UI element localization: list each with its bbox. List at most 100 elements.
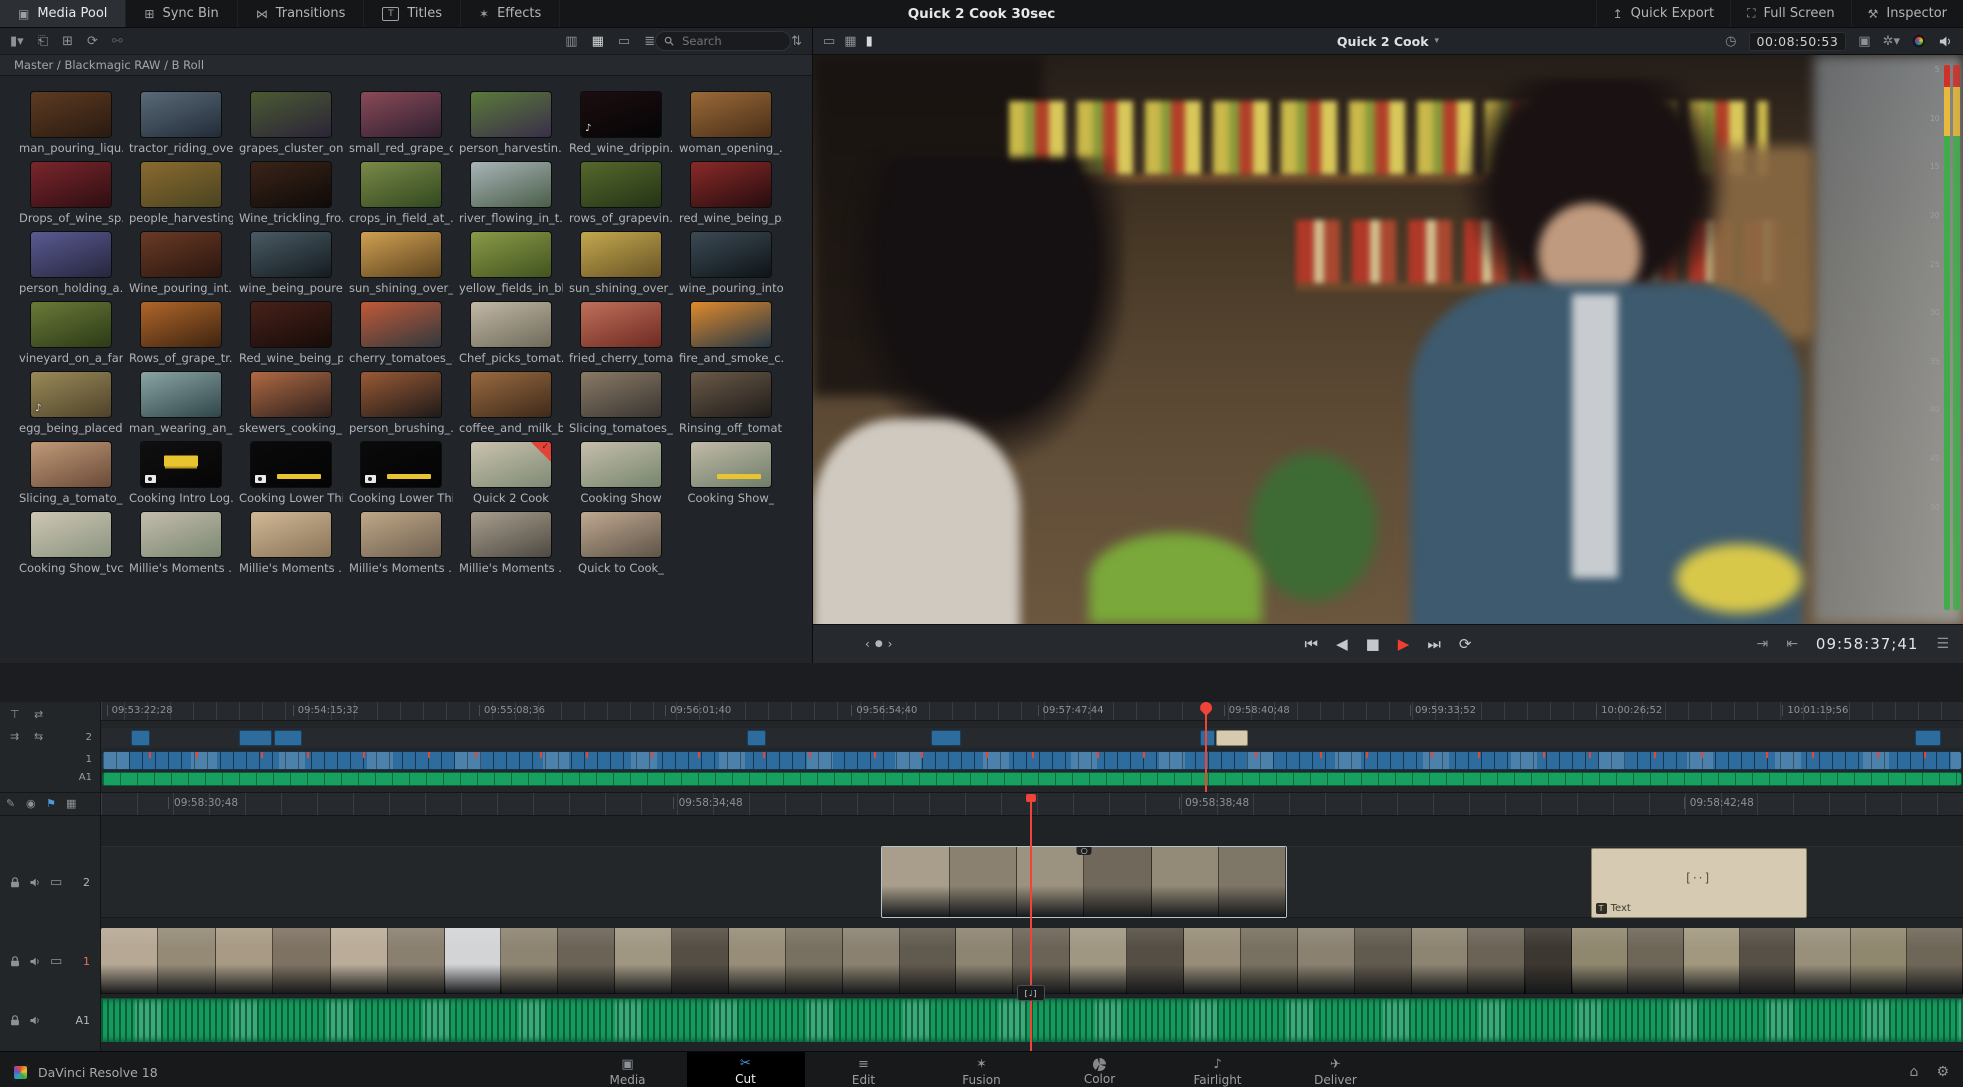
media-clip[interactable]: Chef_picks_tomat...: [456, 302, 566, 372]
media-clip[interactable]: Millie's Moments ...: [236, 512, 346, 582]
page-tab-deliver[interactable]: ✈ Deliver: [1277, 1052, 1395, 1087]
media-clip[interactable]: Millie's Moments ...: [456, 512, 566, 582]
overview-clip[interactable]: [931, 730, 962, 746]
media-clip[interactable]: Cooking Show_tvc: [16, 512, 126, 582]
media-clip[interactable]: woman_opening_...: [676, 92, 786, 162]
media-clip[interactable]: fried_cherry_toma...: [566, 302, 676, 372]
overview-clip[interactable]: [274, 730, 303, 746]
project-home-icon[interactable]: ⌂: [1910, 1064, 1919, 1080]
media-clip[interactable]: vineyard_on_a_far...: [16, 302, 126, 372]
media-clip[interactable]: Rinsing_off_tomat...: [676, 372, 786, 442]
media-clip[interactable]: Drops_of_wine_sp...: [16, 162, 126, 232]
breadcrumb[interactable]: Master / Blackmagic RAW / B Roll: [0, 54, 812, 76]
media-clip[interactable]: Cooking Show: [566, 442, 676, 512]
top-tab-media-pool[interactable]: ▣ Media Pool: [0, 0, 127, 27]
media-clip[interactable]: yellow_fields_in_bl...: [456, 232, 566, 302]
overview-clip[interactable]: [130, 730, 150, 746]
mute-speaker-icon[interactable]: [29, 956, 41, 967]
insert-tool-icon[interactable]: ⇉: [10, 730, 19, 743]
media-clip[interactable]: person_holding_a...: [16, 232, 126, 302]
lock-icon[interactable]: [10, 955, 20, 967]
play-button[interactable]: ▶: [1398, 635, 1410, 653]
page-tab-color[interactable]: Color: [1041, 1052, 1159, 1087]
video-1-clip-segment[interactable]: [445, 928, 502, 994]
keyframe-icon[interactable]: ◉: [26, 797, 36, 810]
media-clip[interactable]: Slicing_tomatoes_...: [566, 372, 676, 442]
overview-audio-track[interactable]: [103, 773, 1961, 785]
overview-clip[interactable]: [747, 730, 766, 746]
overview-track-area[interactable]: 09:53:22;28 09:54:15;32 09:55:08;36 09:56:0…: [101, 702, 1963, 792]
media-clip[interactable]: Cooking Intro Log...: [126, 442, 236, 512]
next-edit-icon[interactable]: ⇥: [1756, 637, 1768, 651]
track-header-a1[interactable]: A1: [0, 998, 100, 1042]
sort-icon[interactable]: ⇅: [791, 35, 802, 48]
sync-icon[interactable]: ⟳: [87, 35, 98, 48]
viewer-video-frame[interactable]: 5 10 15 20 25 30 35 40 45 50: [813, 55, 1963, 624]
media-clip[interactable]: tractor_riding_ove...: [126, 92, 236, 162]
timeline-mode-icon[interactable]: ▮: [866, 35, 873, 48]
overview-clip[interactable]: [1914, 730, 1941, 746]
viewer-options-menu-icon[interactable]: ☰: [1936, 637, 1949, 651]
overview-video-track-1[interactable]: [103, 752, 1961, 769]
resize-options-icon[interactable]: ✲▾: [1883, 35, 1900, 48]
media-clip[interactable]: ✓ Quick 2 Cook: [456, 442, 566, 512]
overview-playhead[interactable]: [1205, 702, 1208, 792]
track-header-1[interactable]: ▭ 1: [0, 928, 100, 994]
view-mode-icon-2[interactable]: ▭: [618, 35, 630, 48]
media-clip[interactable]: sun_shining_over_...: [566, 232, 676, 302]
overview-clip[interactable]: [238, 730, 273, 746]
video-1-clip-segment[interactable]: [1571, 928, 1963, 994]
track-header-2[interactable]: ▭ 2: [0, 846, 100, 918]
import-folder-icon[interactable]: ⊞: [62, 35, 73, 48]
page-tab-cut[interactable]: ✂ Cut: [686, 1052, 805, 1087]
lock-icon[interactable]: [10, 876, 20, 888]
media-clip[interactable]: Quick to Cook_: [566, 512, 676, 582]
video-1-clip-segment[interactable]: [101, 928, 446, 994]
stop-button[interactable]: ■: [1366, 635, 1380, 653]
media-clip[interactable]: man_wearing_an_...: [126, 372, 236, 442]
media-clip[interactable]: Red_wine_being_p...: [236, 302, 346, 372]
loop-button[interactable]: ⟳: [1459, 635, 1472, 653]
media-clip[interactable]: Millie's Moments ...: [126, 512, 236, 582]
search-input[interactable]: [680, 33, 771, 49]
media-clip[interactable]: Wine_trickling_fro...: [236, 162, 346, 232]
overwrite-tool-icon[interactable]: ⇆: [34, 730, 43, 743]
top-tab-effects[interactable]: ✶ Effects: [461, 0, 561, 27]
source-tape-mode-icon[interactable]: ▦: [844, 35, 856, 48]
action-inspector[interactable]: ⚒ Inspector: [1850, 0, 1963, 27]
page-tab-fusion[interactable]: ✶ Fusion: [923, 1052, 1041, 1087]
media-clip[interactable]: man_pouring_liqu...: [16, 92, 126, 162]
media-clip[interactable]: Slicing_a_tomato_...: [16, 442, 126, 512]
go-to-start-button[interactable]: ⏮: [1305, 635, 1319, 653]
overview-title-clip[interactable]: [1216, 730, 1249, 746]
page-tab-edit[interactable]: ≡ Edit: [805, 1052, 923, 1087]
pencil-icon[interactable]: ✎: [6, 797, 15, 810]
lock-icon[interactable]: [10, 1014, 20, 1026]
settings-gear-icon[interactable]: ⚙: [1936, 1064, 1949, 1080]
source-clip-mode-icon[interactable]: ▭: [823, 35, 835, 48]
media-clip[interactable]: river_flowing_in_t...: [456, 162, 566, 232]
media-clip[interactable]: wine_pouring_into...: [676, 232, 786, 302]
action-quick-export[interactable]: ↥ Quick Export: [1595, 0, 1731, 27]
fast-forward-button[interactable]: ⏭: [1427, 635, 1441, 653]
media-clip[interactable]: Cooking Lower Thi...: [236, 442, 346, 512]
media-clip[interactable]: ♪ Red_wine_drippin...: [566, 92, 676, 162]
media-clip[interactable]: ♪ egg_being_placed...: [16, 372, 126, 442]
timeline-selector[interactable]: Quick 2 Cook ▾: [1337, 34, 1439, 49]
media-clip[interactable]: grapes_cluster_on...: [236, 92, 346, 162]
media-clip[interactable]: person_harvestin...: [456, 92, 566, 162]
video-2-clip[interactable]: ○: [881, 846, 1288, 918]
action-full-screen[interactable]: ⛶ Full Screen: [1730, 0, 1850, 27]
media-clip[interactable]: coffee_and_milk_b...: [456, 372, 566, 442]
overview-ruler[interactable]: 09:53:22;28 09:54:15;32 09:55:08;36 09:56:0…: [101, 702, 1963, 721]
bin-panel-toggle-icon[interactable]: ▮▾: [10, 35, 24, 48]
media-clip[interactable]: sun_shining_over_...: [346, 232, 456, 302]
trim-tool-icon[interactable]: ⇄: [34, 708, 43, 721]
media-clip[interactable]: crops_in_field_at_...: [346, 162, 456, 232]
media-clip[interactable]: rows_of_grapevin...: [566, 162, 676, 232]
media-clip[interactable]: Cooking Lower Thi...: [346, 442, 456, 512]
speaker-icon[interactable]: [1938, 35, 1953, 48]
view-mode-icon-0[interactable]: ▥: [565, 35, 577, 48]
import-media-icon[interactable]: ⎗: [38, 35, 48, 48]
media-clip[interactable]: person_brushing_...: [346, 372, 456, 442]
